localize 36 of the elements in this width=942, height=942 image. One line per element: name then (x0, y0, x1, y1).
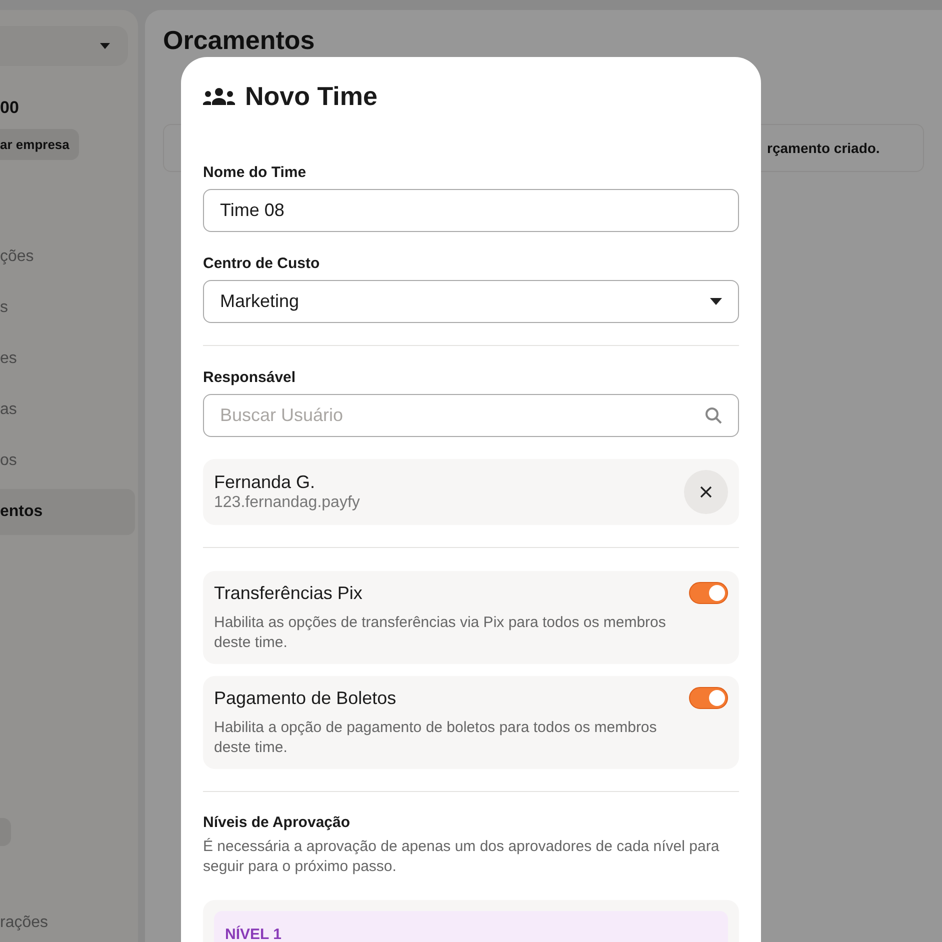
search-input[interactable]: Buscar Usuário (220, 402, 705, 429)
caret-icon (710, 298, 722, 305)
nav-item[interactable]: es (0, 336, 135, 382)
nav-item[interactable]: rações (0, 911, 48, 935)
page-title: Orcamentos (163, 25, 316, 55)
remove-button[interactable] (684, 470, 728, 514)
balance: 00 (0, 98, 20, 118)
permission-description: Habilita a opção de pagamento de boletos para todos os membros deste time. (214, 718, 658, 758)
caret-icon (100, 43, 110, 49)
permission-description: Habilita as opções de transferências via Pix para todos os membros deste time. (214, 613, 667, 653)
modal-title: Novo Time (245, 80, 378, 112)
nav-item[interactable]: s (0, 285, 135, 331)
group-icon (203, 87, 235, 105)
toggle-switch[interactable] (689, 687, 728, 709)
nav-item[interactable]: entos (0, 489, 135, 535)
section-title: Níveis de Aprovação (203, 813, 352, 833)
nav-item[interactable]: as (0, 387, 135, 433)
level-label: NÍVEL 1 (225, 926, 282, 942)
close-icon (700, 486, 712, 498)
search-field[interactable]: Buscar Usuário (203, 394, 739, 437)
search-icon (705, 407, 722, 424)
nav-item[interactable]: os (0, 438, 135, 484)
select-field[interactable]: Marketing (203, 280, 739, 323)
company-button[interactable]: ar empresa (0, 129, 80, 160)
notice-text: rçamento criado. (767, 138, 880, 158)
user-name: Fernanda G. (214, 471, 316, 493)
nav-item[interactable]: ções (0, 234, 135, 280)
permission-title: Transferências Pix (214, 582, 362, 605)
field-label: Centro de Custo (203, 254, 321, 274)
permission-title: Pagamento de Boletos (214, 687, 396, 710)
field-label: Responsável (203, 368, 297, 388)
user-handle: 123.fernandag.payfy (214, 493, 360, 513)
input-field[interactable]: Time 08 (203, 189, 739, 232)
field-label: Nome do Time (203, 163, 308, 183)
toggle-switch[interactable] (689, 582, 728, 604)
section-description: É necessária a aprovação de apenas um dos aprovadores de cada nível para seguir para o próximo passo. (203, 837, 720, 877)
